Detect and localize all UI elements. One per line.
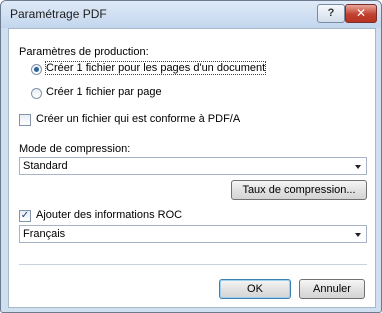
dialog-window: Paramétrage PDF ? ✕ Paramètres de produc… (0, 0, 382, 313)
pdfa-checkbox-label[interactable]: Créer un fichier qui est conforme à PDF/… (36, 113, 240, 125)
ocr-language-value: Français (23, 228, 66, 240)
help-icon: ? (327, 7, 335, 19)
radio-one-file-per-document-label[interactable]: Créer 1 fichier pour les pages d'un docu… (44, 61, 267, 75)
ok-button[interactable]: OK (219, 279, 291, 299)
close-icon: ✕ (355, 6, 367, 20)
dialog-body: Paramètres de production: Créer 1 fichie… (8, 28, 376, 308)
title-bar[interactable]: Paramétrage PDF ? ✕ (1, 1, 381, 28)
radio-one-file-per-page[interactable] (31, 88, 42, 99)
compression-mode-label: Mode de compression: (19, 143, 131, 155)
checkmark-icon: ✓ (20, 210, 30, 221)
ocr-language-select[interactable]: Français (19, 225, 367, 243)
compression-mode-select[interactable]: Standard (19, 157, 367, 175)
footer-divider (19, 264, 367, 265)
help-button[interactable]: ? (317, 4, 345, 23)
chevron-down-icon (355, 165, 361, 169)
chevron-down-icon (355, 233, 361, 237)
radio-one-file-per-page-label[interactable]: Créer 1 fichier par page (46, 86, 162, 98)
ocr-checkbox[interactable]: ✓ (19, 210, 31, 222)
compression-mode-value: Standard (23, 160, 68, 172)
window-title: Paramétrage PDF (10, 7, 107, 21)
compression-rate-button[interactable]: Taux de compression... (231, 180, 367, 200)
ocr-checkbox-label[interactable]: Ajouter des informations ROC (36, 209, 182, 221)
close-button[interactable]: ✕ (345, 4, 377, 23)
production-label: Paramètres de production: (19, 46, 149, 58)
pdfa-checkbox[interactable] (19, 114, 31, 126)
cancel-button[interactable]: Annuler (299, 279, 365, 299)
radio-one-file-per-document[interactable] (31, 64, 42, 75)
